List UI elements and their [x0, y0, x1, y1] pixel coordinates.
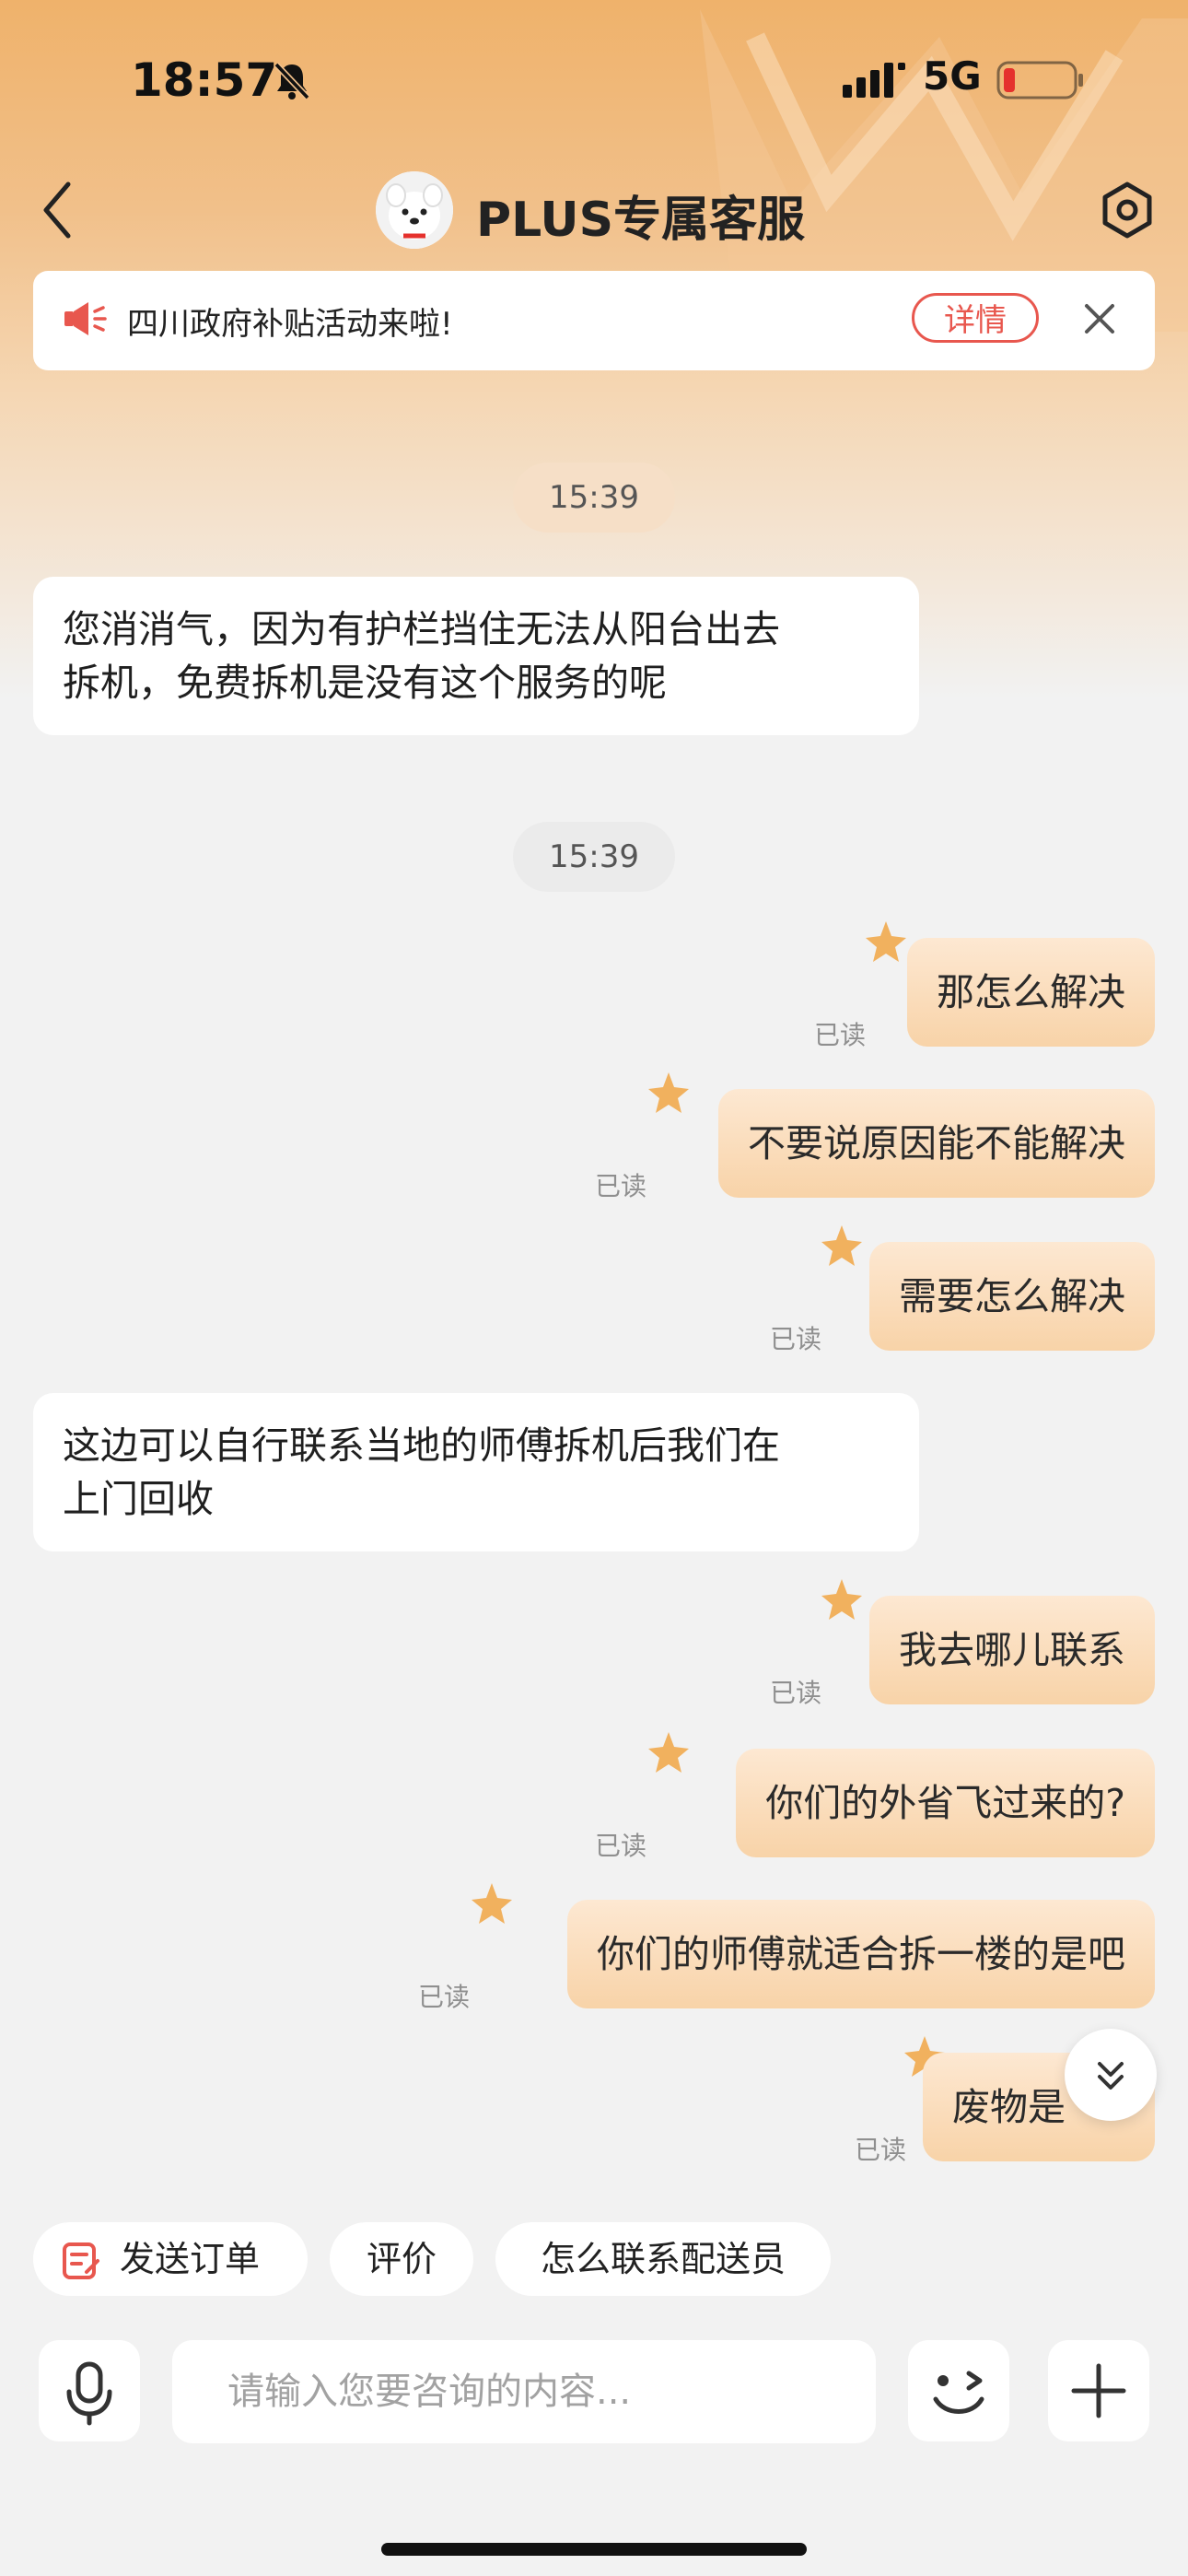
star-icon	[472, 1883, 512, 1924]
chevron-double-down-icon	[1098, 2062, 1124, 2090]
message-line: 这边可以自行联系当地的师傅拆机后我们在	[63, 1423, 780, 1468]
incoming-message: 您消消气，因为有护栏挡住无法从阳台出去 拆机，免费拆机是没有这个服务的呢	[33, 577, 919, 735]
voice-input-button[interactable]	[39, 2340, 140, 2441]
notice-detail-button[interactable]: 详情	[912, 293, 1039, 343]
outgoing-message: 你们的外省飞过来的?	[736, 1749, 1155, 1857]
outgoing-message: 我去哪儿联系	[869, 1596, 1155, 1704]
bell-muted-icon	[274, 62, 310, 100]
plus-icon	[1071, 2363, 1126, 2418]
emoji-button[interactable]	[908, 2340, 1009, 2441]
read-status: 已读	[595, 1831, 647, 1861]
message-timestamp: 15:39	[513, 463, 675, 533]
settings-icon[interactable]	[1098, 181, 1157, 240]
status-time: 18:57	[131, 53, 278, 107]
star-icon	[648, 1072, 689, 1113]
chat-title: PLUS专属客服	[476, 193, 806, 248]
speaker-icon	[64, 302, 107, 335]
incoming-message: 这边可以自行联系当地的师傅拆机后我们在 上门回收	[33, 1393, 919, 1551]
order-icon	[63, 2242, 99, 2279]
mascot-avatar	[376, 171, 453, 249]
read-status: 已读	[595, 1171, 647, 1201]
message-input[interactable]	[172, 2340, 876, 2443]
message-timestamp: 15:39	[513, 822, 675, 892]
message-line: 上门回收	[63, 1477, 214, 1521]
send-order-chip[interactable]: 发送订单	[33, 2222, 308, 2296]
signal-icon	[843, 63, 905, 98]
close-icon[interactable]	[1083, 302, 1116, 335]
notice-banner[interactable]: 四川政府补贴活动来啦! 详情	[33, 271, 1155, 370]
microphone-icon	[66, 2361, 112, 2426]
read-status: 已读	[418, 1982, 471, 2012]
contact-courier-chip[interactable]: 怎么联系配送员	[495, 2222, 831, 2296]
send-order-label: 发送订单	[120, 2239, 261, 2279]
star-icon	[821, 1225, 862, 1266]
home-indicator	[381, 2543, 807, 2556]
back-icon[interactable]	[39, 177, 76, 243]
network-type: 5G	[923, 53, 982, 99]
outgoing-message: 你们的师傅就适合拆一楼的是吧	[567, 1900, 1155, 2008]
battery-icon	[996, 61, 1083, 100]
message-line: 您消消气，因为有护栏挡住无法从阳台出去	[63, 607, 780, 651]
read-status: 已读	[855, 2135, 907, 2165]
star-icon	[866, 921, 906, 962]
notice-text: 四川政府补贴活动来啦!	[127, 306, 453, 343]
rate-chip[interactable]: 评价	[330, 2222, 473, 2296]
outgoing-message: 需要怎么解决	[869, 1242, 1155, 1351]
scroll-to-bottom-button[interactable]	[1065, 2029, 1157, 2121]
more-options-button[interactable]	[1048, 2340, 1149, 2441]
outgoing-message: 不要说原因能不能解决	[718, 1089, 1155, 1198]
read-status: 已读	[770, 1678, 822, 1708]
outgoing-message: 那怎么解决	[907, 938, 1155, 1047]
read-status: 已读	[770, 1324, 822, 1354]
emoji-icon	[933, 2371, 984, 2414]
star-icon	[648, 1732, 689, 1773]
message-line: 拆机，免费拆机是没有这个服务的呢	[63, 661, 667, 705]
read-status: 已读	[814, 1020, 867, 1050]
star-icon	[821, 1579, 862, 1620]
